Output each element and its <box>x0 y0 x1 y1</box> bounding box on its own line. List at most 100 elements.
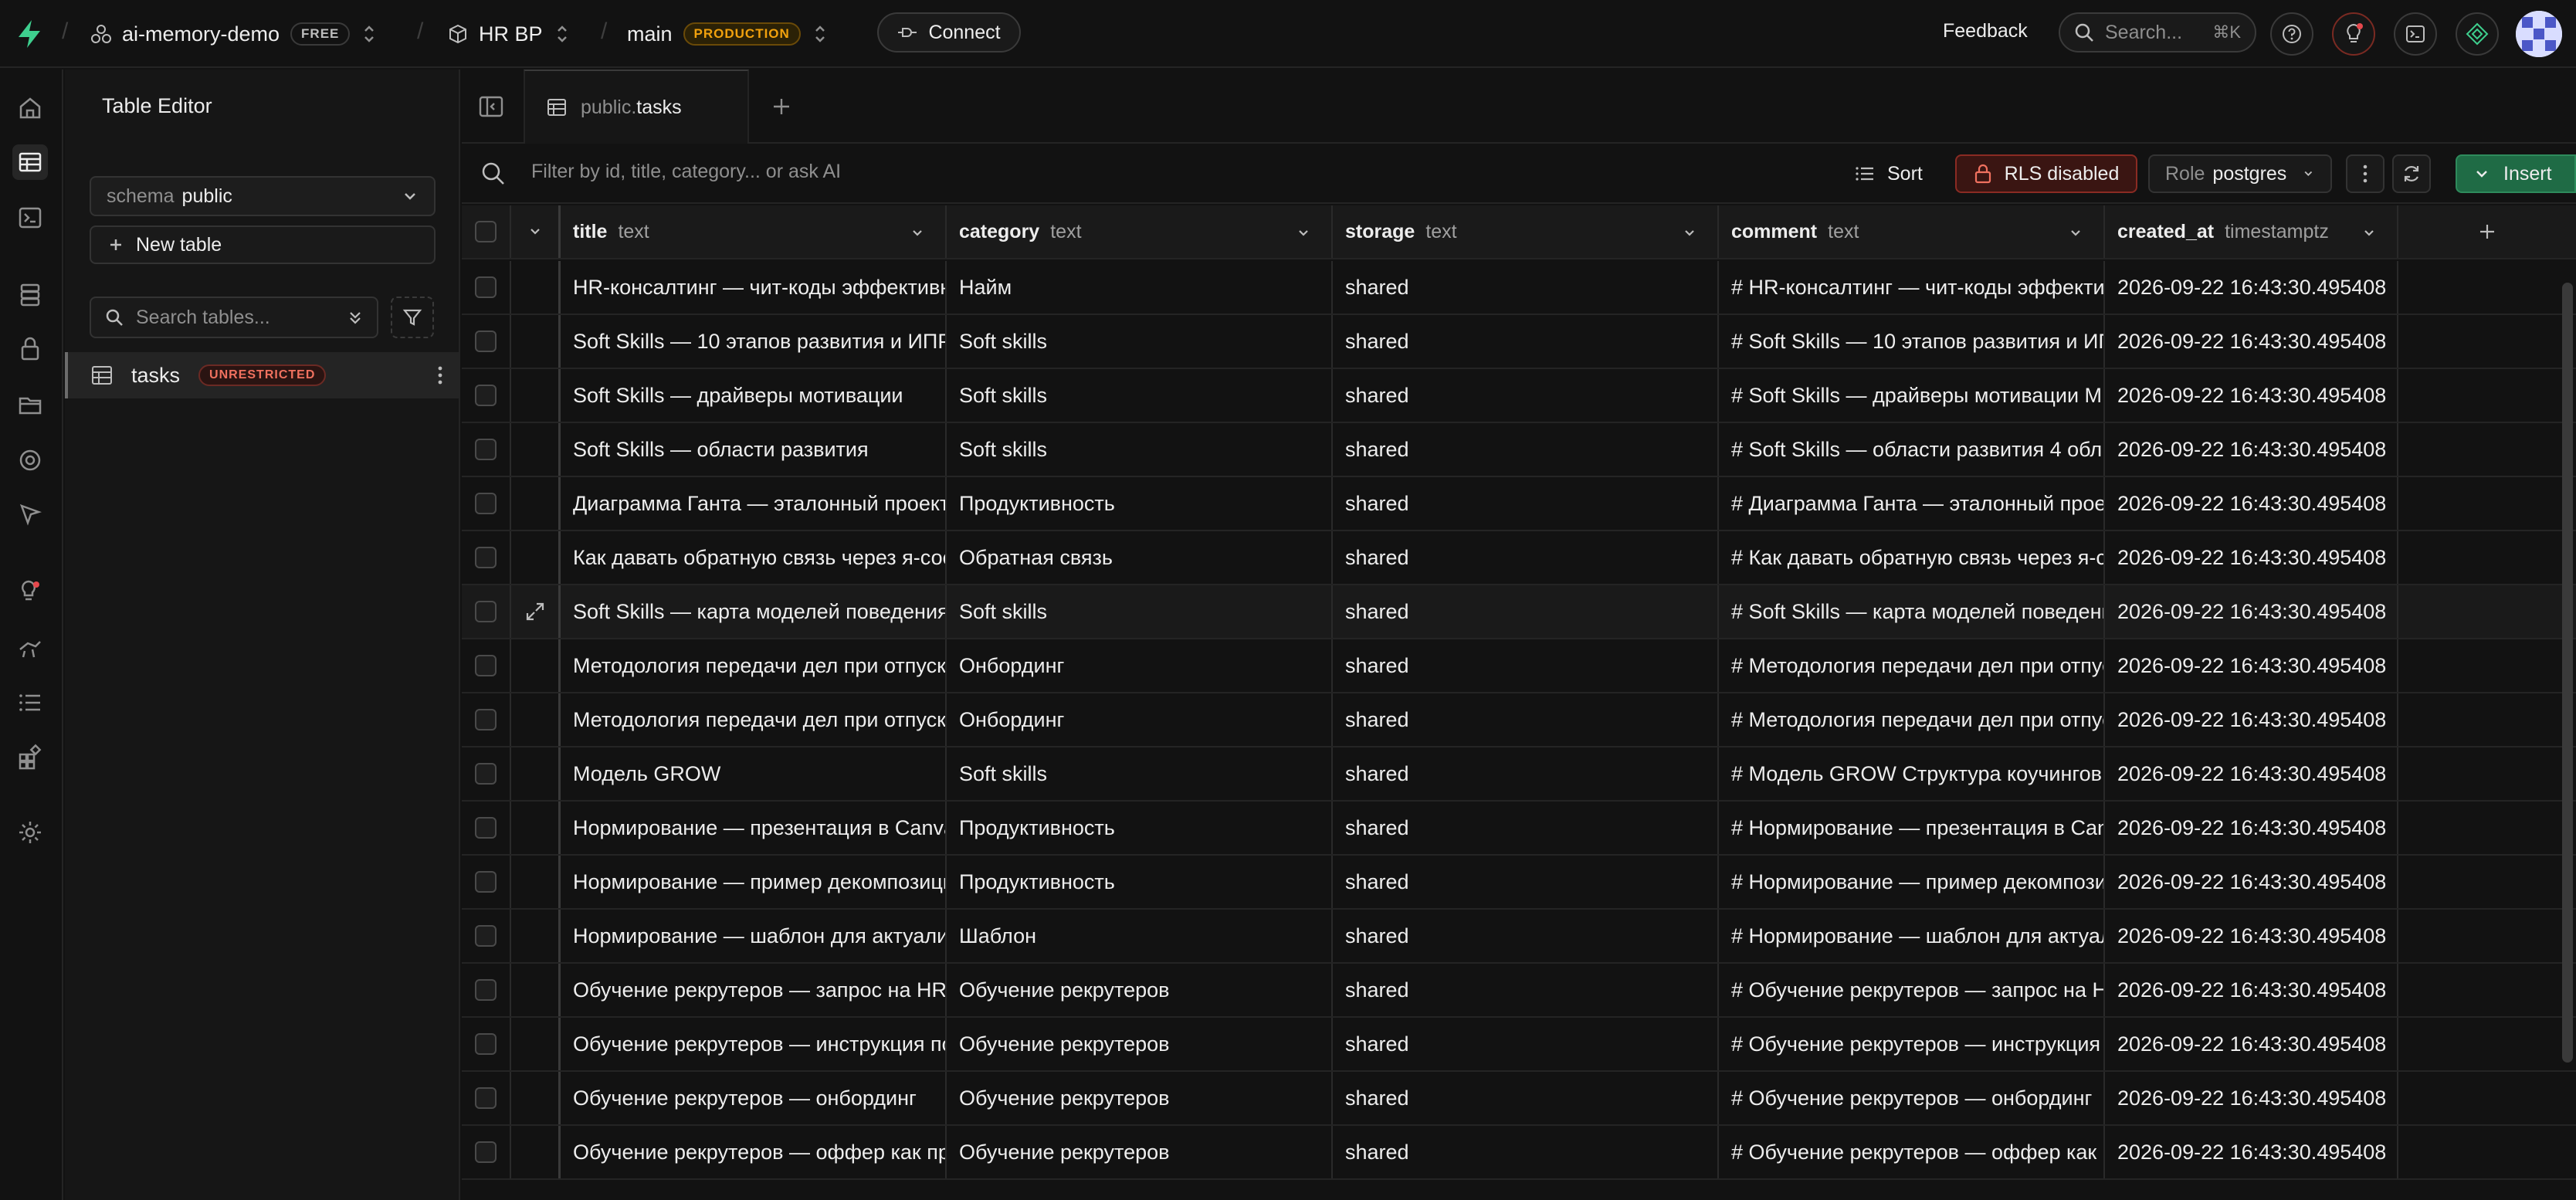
cell-title[interactable]: HR-консалтинг — чит-коды эффективности <box>561 261 947 314</box>
project-switcher[interactable]: HR BP <box>448 17 571 51</box>
cell-comment[interactable]: # HR-консалтинг — чит-коды эффективности <box>1719 261 2105 314</box>
table-row[interactable]: Обучение рекрутеров — запрос на HR Обучен… <box>462 964 2576 1018</box>
home-icon[interactable] <box>12 90 48 126</box>
row-expand-cell[interactable] <box>511 802 561 854</box>
cell-storage[interactable]: shared <box>1333 693 1719 746</box>
row-expand-cell[interactable] <box>511 1072 561 1124</box>
feedback-button[interactable]: Feedback <box>1943 20 2028 42</box>
table-row[interactable]: Модель GROW Soft skills shared # Модель GRO… <box>462 747 2576 802</box>
row-expand-cell[interactable] <box>511 639 561 692</box>
cell-category[interactable]: Обучение рекрутеров <box>947 964 1333 1016</box>
table-row[interactable]: Диаграмма Ганта — эталонный проект Продук… <box>462 477 2576 531</box>
cell-title[interactable]: Soft Skills — 10 этапов развития и ИПР <box>561 315 947 368</box>
table-row[interactable]: Нормирование — презентация в Canva Продук… <box>462 802 2576 856</box>
integrations-icon[interactable] <box>12 739 48 775</box>
column-header-title[interactable]: title text <box>561 205 947 258</box>
filter-tables-button[interactable] <box>391 297 434 338</box>
row-expand-cell[interactable] <box>511 585 561 638</box>
more-options-button[interactable] <box>2346 154 2384 193</box>
cell-comment[interactable]: # Обучение рекрутеров — онбординг <box>1719 1072 2105 1124</box>
cell-title[interactable]: Обучение рекрутеров — инструкция по <box>561 1018 947 1070</box>
cell-title[interactable]: Обучение рекрутеров — запрос на HR <box>561 964 947 1016</box>
cell-created-at[interactable]: 2026-09-22 16:43:30.495408 <box>2105 693 2398 746</box>
org-switcher[interactable]: ai-memory-demo FREE <box>91 17 378 51</box>
cell-storage[interactable]: shared <box>1333 531 1719 584</box>
column-header-storage[interactable]: storage text <box>1333 205 1719 258</box>
more-vertical-icon[interactable] <box>437 364 443 386</box>
row-checkbox[interactable] <box>475 979 497 1001</box>
row-checkbox[interactable] <box>475 709 497 731</box>
cell-created-at[interactable]: 2026-09-22 16:43:30.495408 <box>2105 802 2398 854</box>
table-row[interactable]: Нормирование — пример декомпозиции Продук… <box>462 856 2576 910</box>
settings-gear-icon[interactable] <box>12 815 48 850</box>
role-selector[interactable]: Role postgres <box>2148 154 2332 193</box>
table-row[interactable]: Методология передачи дел при отпуске Онбо… <box>462 639 2576 693</box>
cell-title[interactable]: Методология передачи дел при отпуске <box>561 639 947 692</box>
schema-selector[interactable]: schema public <box>90 176 436 216</box>
row-expand-cell[interactable] <box>511 369 561 422</box>
row-expand-cell[interactable] <box>511 531 561 584</box>
search-tables-input[interactable]: Search tables... <box>90 297 378 338</box>
table-row[interactable]: Нормирование — шаблон для актуализацииШа… <box>462 910 2576 964</box>
cell-category[interactable]: Продуктивность <box>947 856 1333 908</box>
cell-storage[interactable]: shared <box>1333 802 1719 854</box>
table-row[interactable]: Soft Skills — карта моделей поведения Sof… <box>462 585 2576 639</box>
cell-title[interactable]: Обучение рекрутеров — оффер как продукт <box>561 1126 947 1178</box>
database-icon[interactable] <box>12 277 48 313</box>
cell-storage[interactable]: shared <box>1333 910 1719 962</box>
edge-functions-icon[interactable] <box>12 497 48 532</box>
row-expand-cell[interactable] <box>511 423 561 476</box>
cell-created-at[interactable]: 2026-09-22 16:43:30.495408 <box>2105 585 2398 638</box>
cell-created-at[interactable]: 2026-09-22 16:43:30.495408 <box>2105 964 2398 1016</box>
row-checkbox[interactable] <box>475 439 497 460</box>
cell-title[interactable]: Модель GROW <box>561 747 947 800</box>
table-row[interactable]: Как давать обратную связь через я-сообще… <box>462 531 2576 585</box>
chevron-down-icon[interactable] <box>910 225 925 241</box>
cell-created-at[interactable]: 2026-09-22 16:43:30.495408 <box>2105 423 2398 476</box>
sort-button[interactable]: Sort <box>1844 154 1934 193</box>
cell-storage[interactable]: shared <box>1333 1126 1719 1178</box>
chevron-down-icon[interactable] <box>1296 225 1311 241</box>
row-checkbox[interactable] <box>475 925 497 947</box>
row-checkbox[interactable] <box>475 385 497 406</box>
cell-storage[interactable]: shared <box>1333 1072 1719 1124</box>
cell-storage[interactable]: shared <box>1333 369 1719 422</box>
chevron-down-icon[interactable] <box>2068 225 2083 241</box>
row-checkbox[interactable] <box>475 655 497 676</box>
row-checkbox[interactable] <box>475 547 497 568</box>
row-expand-cell[interactable] <box>511 1126 561 1178</box>
cell-comment[interactable]: # Методология передачи дел при отпуске <box>1719 693 2105 746</box>
terminal-button[interactable] <box>2394 12 2437 56</box>
table-row[interactable]: Обучение рекрутеров — оффер как продуктО… <box>462 1126 2576 1180</box>
table-row[interactable]: Soft Skills — области развития Soft skill… <box>462 423 2576 477</box>
insert-button[interactable]: Insert <box>2456 154 2576 193</box>
row-checkbox[interactable] <box>475 1141 497 1163</box>
cell-storage[interactable]: shared <box>1333 1018 1719 1070</box>
row-expand-cell[interactable] <box>511 1018 561 1070</box>
table-row[interactable]: Обучение рекрутеров — инструкция по Обуче… <box>462 1018 2576 1072</box>
cell-comment[interactable]: # Обучение рекрутеров — оффер как <box>1719 1126 2105 1178</box>
row-checkbox[interactable] <box>475 1087 497 1109</box>
cell-created-at[interactable]: 2026-09-22 16:43:30.495408 <box>2105 1126 2398 1178</box>
cell-comment[interactable]: # Soft Skills — карта моделей поведения <box>1719 585 2105 638</box>
filter-input[interactable]: Filter by id, title, category... or ask … <box>531 161 841 183</box>
advisors-icon[interactable] <box>12 574 48 609</box>
cell-created-at[interactable]: 2026-09-22 16:43:30.495408 <box>2105 1072 2398 1124</box>
vertical-scrollbar[interactable] <box>2562 283 2573 1063</box>
row-checkbox[interactable] <box>475 276 497 298</box>
global-search[interactable]: Search... ⌘K <box>2059 12 2256 53</box>
branch-switcher[interactable]: main PRODUCTION <box>627 17 829 51</box>
cell-comment[interactable]: # Диаграмма Ганта — эталонный проект <box>1719 477 2105 530</box>
row-checkbox[interactable] <box>475 763 497 785</box>
cell-created-at[interactable]: 2026-09-22 16:43:30.495408 <box>2105 856 2398 908</box>
logs-icon[interactable] <box>12 685 48 720</box>
cell-comment[interactable]: # Soft Skills — 10 этапов развития и ИПР <box>1719 315 2105 368</box>
cell-created-at[interactable]: 2026-09-22 16:43:30.495408 <box>2105 639 2398 692</box>
cell-category[interactable]: Шаблон <box>947 910 1333 962</box>
refresh-button[interactable] <box>2392 154 2431 193</box>
table-row[interactable]: HR-консалтинг — чит-коды эффективностиНа… <box>462 261 2576 315</box>
cell-storage[interactable]: shared <box>1333 747 1719 800</box>
auth-icon[interactable] <box>12 331 48 367</box>
cell-category[interactable]: Soft skills <box>947 369 1333 422</box>
chevron-down-icon[interactable] <box>1682 225 1697 241</box>
